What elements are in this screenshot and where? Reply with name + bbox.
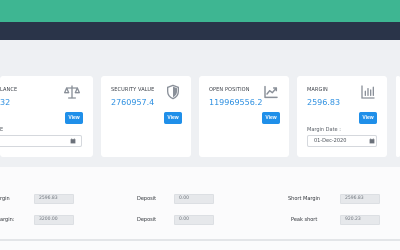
divider: [0, 239, 400, 241]
view-button[interactable]: View: [164, 112, 182, 124]
margin-date-value: 01-Dec-2020: [314, 138, 347, 144]
card-title: SECURITY VALUE: [111, 87, 155, 93]
card-title: MARGIN: [307, 87, 328, 93]
calendar-icon[interactable]: [70, 138, 76, 144]
scale-icon: [64, 85, 80, 99]
row-value: 2596.83: [34, 194, 74, 204]
row-label: Short Margin: [288, 196, 321, 202]
margin-details-panel: [0, 167, 400, 250]
card-title: OPEN POSITION: [209, 87, 250, 93]
balance-card: LANCE 32 View E: [0, 76, 93, 157]
card-value[interactable]: 119969556.2: [209, 98, 262, 107]
card-value[interactable]: 2596.83: [307, 98, 340, 107]
margin-card: MARGIN 2596.83 View Margin Date : 01-Dec…: [297, 76, 387, 157]
date-input[interactable]: [0, 135, 82, 147]
row-value: 0.00: [174, 194, 214, 204]
top-accent-bar: [0, 0, 400, 22]
row-value: 2596.83: [340, 194, 380, 204]
row-label: argin:: [0, 217, 15, 223]
calendar-icon[interactable]: [369, 138, 375, 144]
view-button[interactable]: View: [65, 112, 83, 124]
row-label: Deposit: [137, 217, 157, 223]
row-value: 920.23: [340, 215, 380, 225]
shield-icon: [167, 84, 179, 100]
row-value: 0.00: [174, 215, 214, 225]
navigation-bar: [0, 22, 400, 40]
card-value[interactable]: 32: [0, 98, 10, 107]
margin-date-label: Margin Date :: [307, 127, 341, 133]
row-label: Deposit: [137, 196, 157, 202]
margin-date-input[interactable]: 01-Dec-2020: [307, 135, 377, 147]
next-card: [396, 76, 400, 157]
view-button[interactable]: View: [262, 112, 280, 124]
card-title: LANCE: [0, 87, 18, 93]
open-position-card: OPEN POSITION 119969556.2 View: [199, 76, 289, 157]
chart-line-icon: [264, 85, 278, 99]
row-label: Peak short: [291, 217, 318, 223]
view-button[interactable]: View: [359, 112, 377, 124]
security-value-card: SECURITY VALUE 2760957.4 View: [101, 76, 191, 157]
date-label: E: [0, 127, 4, 133]
row-label: rgin: [0, 196, 10, 202]
row-value: 3200.00: [34, 215, 74, 225]
card-value[interactable]: 2760957.4: [111, 98, 154, 107]
bar-chart-icon: [361, 85, 375, 99]
